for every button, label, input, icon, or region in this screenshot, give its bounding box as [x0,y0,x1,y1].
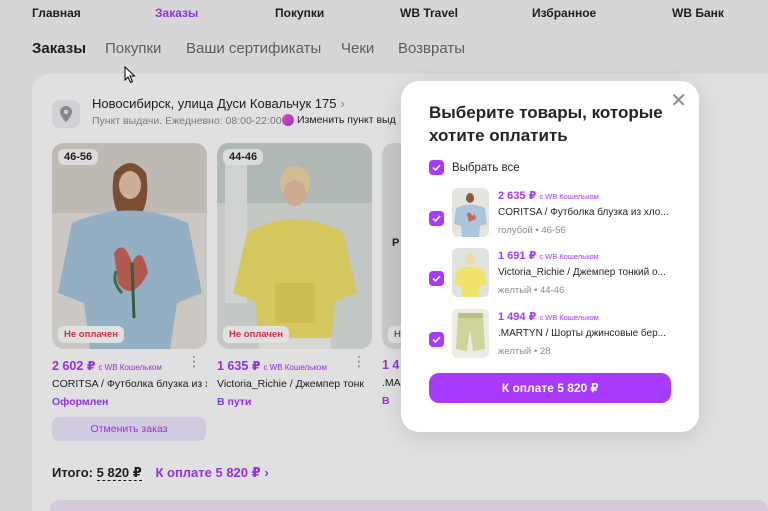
item-price: 1 691 ₽ с WB Кошельком [498,249,599,262]
item-price: 1 494 ₽ с WB Кошельком [498,310,599,323]
pay-button[interactable]: К оплате 5 820 ₽ [429,373,671,403]
item-checkbox[interactable] [429,271,444,286]
modal-title: Выберите товары, которые хотите оплатить [429,103,663,145]
item-thumbnail [452,188,489,237]
item-title: .MARTYN / Шорты джинсовые бер... [498,328,666,339]
item-meta: голубой • 46-56 [498,225,566,236]
select-all-checkbox[interactable]: Выбрать все [429,160,520,175]
item-price-value: 1 494 ₽ [498,311,537,323]
modal-item: 1 494 ₽ с WB Кошельком .MARTYN / Шорты д… [429,309,675,359]
modal-item: 2 635 ₽ с WB Кошельком CORITSA / Футболк… [429,188,675,238]
item-price-value: 1 691 ₽ [498,250,537,262]
item-thumbnail [452,309,489,358]
item-meta: желтый • 28 [498,346,551,357]
modal-item: 1 691 ₽ с WB Кошельком Victoria_Richie /… [429,248,675,298]
item-checkbox[interactable] [429,211,444,226]
close-icon[interactable]: ✕ [670,91,687,111]
wallet-label: с WB Кошельком [539,252,599,261]
select-items-modal: ✕ Выберите товары, которые хотите оплати… [401,81,699,432]
item-price-value: 2 635 ₽ [498,190,537,202]
wallet-label: с WB Кошельком [539,192,599,201]
wallet-label: с WB Кошельком [539,313,599,322]
item-thumbnail [452,248,489,297]
select-all-label: Выбрать все [452,161,520,174]
item-title: Victoria_Richie / Джемпер тонкий о... [498,267,666,278]
item-price: 2 635 ₽ с WB Кошельком [498,189,599,202]
checkbox-checked-icon [429,160,444,175]
mouse-cursor-icon [124,66,136,84]
item-meta: желтый • 44-46 [498,285,565,296]
item-title: CORITSA / Футболка блузка из хло... [498,207,669,218]
item-checkbox[interactable] [429,332,444,347]
